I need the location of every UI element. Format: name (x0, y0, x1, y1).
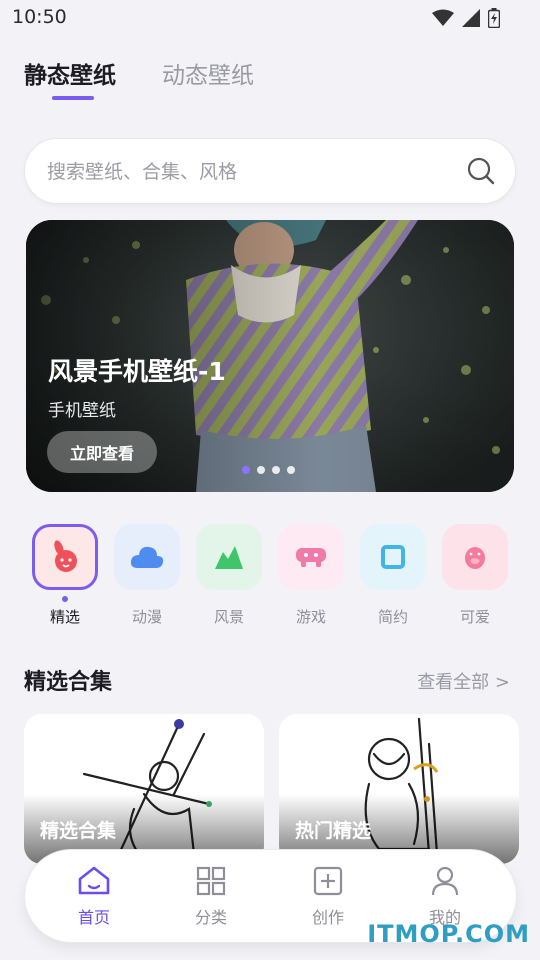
battery-icon (488, 8, 500, 28)
category-scenery[interactable] (196, 524, 262, 590)
banner-title: 风景手机壁纸-1 (48, 357, 226, 386)
category-label: 精选 (49, 608, 80, 626)
status-icons (432, 8, 500, 28)
search-input[interactable] (47, 157, 447, 187)
square-icon (381, 545, 405, 569)
grid-icon (196, 866, 226, 896)
carousel-dot[interactable] (287, 466, 295, 474)
tab-dynamic-wallpaper[interactable]: 动态壁纸 (162, 56, 254, 90)
wifi-icon (432, 9, 454, 26)
nav-create[interactable]: 创作 (288, 866, 368, 928)
category-games[interactable] (278, 524, 344, 590)
nav-profile[interactable]: 我的 (405, 866, 485, 928)
cloud-icon (130, 546, 164, 568)
mountain-icon (215, 546, 243, 569)
tab-active-indicator (52, 96, 94, 100)
nav-categories[interactable]: 分类 (171, 866, 251, 928)
nav-label: 创作 (311, 908, 344, 927)
carousel-dot[interactable] (272, 466, 280, 474)
cellular-icon (462, 9, 480, 27)
category-active-indicator (62, 596, 68, 602)
banner-subtitle: 手机壁纸 (48, 401, 116, 421)
carousel-dot[interactable] (242, 466, 250, 474)
collection-card[interactable]: 热门精选 (279, 714, 519, 864)
view-now-button[interactable]: 立即查看 (47, 431, 157, 473)
section-title: 精选合集 (24, 670, 113, 695)
category-anime[interactable] (114, 524, 180, 590)
status-time: 10:50 (12, 6, 67, 28)
user-icon (431, 866, 459, 896)
category-label: 简约 (377, 608, 408, 626)
category-minimal[interactable] (360, 524, 426, 590)
banner-carousel[interactable]: 风景手机壁纸-1 手机壁纸 立即查看 (26, 220, 514, 492)
pig-icon (465, 547, 485, 569)
home-icon (78, 866, 110, 895)
see-all-link[interactable]: 查看全部 > (417, 668, 510, 694)
nav-home[interactable]: 首页 (54, 866, 134, 928)
search-bar[interactable] (24, 138, 516, 204)
category-label: 游戏 (295, 608, 326, 626)
gamepad-icon (296, 548, 326, 567)
category-cute[interactable] (442, 524, 508, 590)
category-label: 动漫 (131, 608, 162, 626)
collection-card-title: 精选合集 (40, 820, 117, 842)
nav-label: 首页 (77, 908, 110, 927)
collection-card[interactable]: 精选合集 (24, 714, 264, 864)
collection-card-title: 热门精选 (295, 820, 372, 842)
watermark: ITMOP.COM (367, 920, 530, 948)
search-icon[interactable] (467, 157, 495, 185)
carousel-indicator (242, 466, 295, 474)
nav-label: 分类 (194, 908, 227, 927)
category-label: 风景 (213, 608, 244, 626)
category-label: 可爱 (459, 608, 490, 626)
rabbit-icon (54, 540, 77, 572)
plus-square-icon (313, 866, 343, 896)
category-featured[interactable] (32, 524, 98, 590)
carousel-dot[interactable] (257, 466, 265, 474)
tab-static-wallpaper[interactable]: 静态壁纸 (24, 56, 116, 90)
